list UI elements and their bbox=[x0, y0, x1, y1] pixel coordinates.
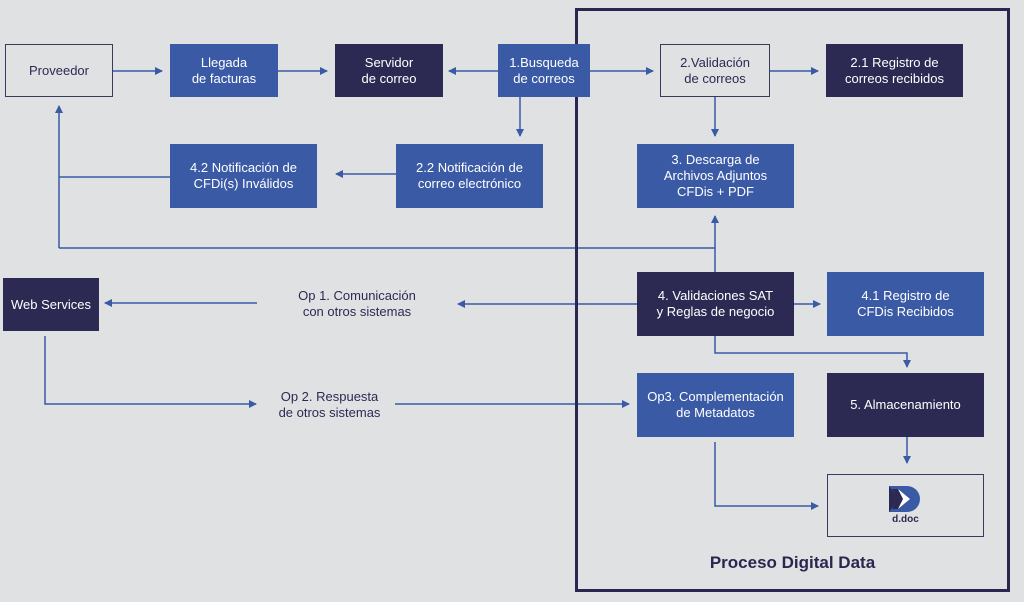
node-validaciones-sat[interactable]: 4. Validaciones SAT y Reglas de negocio bbox=[637, 272, 794, 336]
ddoc-logo-text: d.doc bbox=[892, 514, 919, 525]
node-almacenamiento[interactable]: 5. Almacenamiento bbox=[827, 373, 984, 437]
ddoc-logo-icon bbox=[888, 486, 920, 512]
edge-label-op2: Op 2. Respuesta de otros sistemas bbox=[278, 389, 381, 420]
node-notificacion-correo[interactable]: 2.2 Notificación de correo electrónico bbox=[396, 144, 543, 208]
edge-ws-op2 bbox=[44, 336, 257, 408]
node-notificacion-cfdi[interactable]: 4.2 Notificación de CFDi(s) Inválidos bbox=[170, 144, 317, 208]
node-registro-cfdis[interactable]: 4.1 Registro de CFDis Recibidos bbox=[827, 272, 984, 336]
node-llegada-facturas[interactable]: Llegada de facturas bbox=[170, 44, 278, 97]
node-registro-correos[interactable]: 2.1 Registro de correos recibidos bbox=[826, 44, 963, 97]
node-validacion-correos[interactable]: 2.Validación de correos bbox=[660, 44, 770, 97]
node-ddoc[interactable]: d.doc bbox=[827, 474, 984, 537]
edge-label-op1: Op 1. Comunicación con otros sistemas bbox=[298, 288, 416, 319]
node-servidor-correo[interactable]: Servidor de correo bbox=[335, 44, 443, 97]
node-complementacion-metadatos[interactable]: Op3. Complementación de Metadatos bbox=[637, 373, 794, 437]
process-diagram: Proceso Digital Data Proveedor Llegada d… bbox=[0, 0, 1024, 602]
node-proveedor[interactable]: Proveedor bbox=[5, 44, 113, 97]
node-descarga-adjuntos[interactable]: 3. Descarga de Archivos Adjuntos CFDis +… bbox=[637, 144, 794, 208]
node-web-services[interactable]: Web Services bbox=[3, 278, 99, 331]
node-busqueda-correos[interactable]: 1.Busqueda de correos bbox=[498, 44, 590, 97]
frame-title: Proceso Digital Data bbox=[709, 553, 876, 572]
